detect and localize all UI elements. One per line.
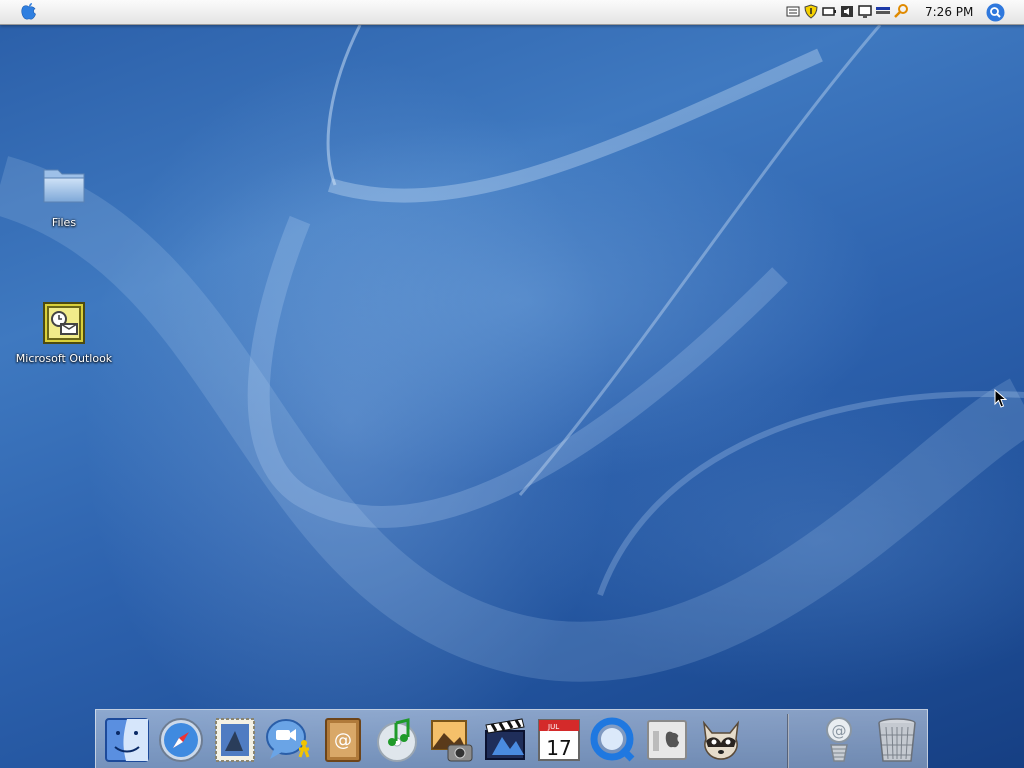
search-key-icon[interactable]	[894, 4, 908, 19]
display-icon[interactable]	[858, 4, 872, 19]
system-preferences-icon[interactable]	[642, 715, 692, 765]
apple-menu-icon[interactable]	[18, 2, 40, 22]
itunes-icon[interactable]	[372, 715, 422, 765]
spotlight-search-icon[interactable]	[986, 3, 1005, 22]
desktop-icon-files[interactable]: Files	[9, 160, 119, 229]
safari-icon[interactable]	[156, 715, 206, 765]
quicktime-icon[interactable]	[588, 715, 638, 765]
dock-separator	[787, 714, 789, 768]
imovie-icon[interactable]	[480, 715, 530, 765]
ichat-icon[interactable]	[264, 715, 314, 765]
mouse-pointer-icon	[994, 389, 1007, 408]
finder-icon[interactable]	[102, 715, 152, 765]
dock: @ JUL 17 @	[95, 709, 928, 768]
ical-icon[interactable]: JUL 17	[534, 715, 584, 765]
address-book-icon[interactable]: @	[318, 715, 368, 765]
system-tray	[786, 4, 908, 20]
iphoto-icon[interactable]	[426, 715, 476, 765]
raccoon-app-icon[interactable]	[696, 715, 746, 765]
network-icon[interactable]	[876, 4, 890, 19]
mail-stamp-icon[interactable]	[210, 715, 260, 765]
desktop-wallpaper	[0, 25, 1024, 682]
svg-text:JUL: JUL	[547, 723, 559, 731]
battery-icon[interactable]	[822, 4, 836, 19]
files-label: Files	[51, 216, 77, 229]
internet-connect-icon[interactable]: @	[814, 715, 864, 765]
keyboard-icon[interactable]	[786, 4, 800, 19]
outlook-label: Microsoft Outlook	[15, 352, 113, 365]
trash-icon[interactable]	[872, 715, 922, 765]
security-shield-icon[interactable]	[804, 4, 818, 19]
volume-icon[interactable]	[840, 4, 854, 19]
svg-text:17: 17	[546, 736, 571, 760]
desktop-icon-outlook[interactable]: Microsoft Outlook	[9, 302, 119, 365]
svg-text:@: @	[832, 722, 847, 740]
menubar-clock[interactable]: 7:26 PM	[925, 5, 973, 19]
files-folder-icon	[43, 169, 85, 203]
menu-bar: 7:26 PM	[0, 0, 1024, 25]
svg-text:@: @	[334, 730, 352, 751]
microsoft-outlook-icon	[43, 302, 85, 344]
